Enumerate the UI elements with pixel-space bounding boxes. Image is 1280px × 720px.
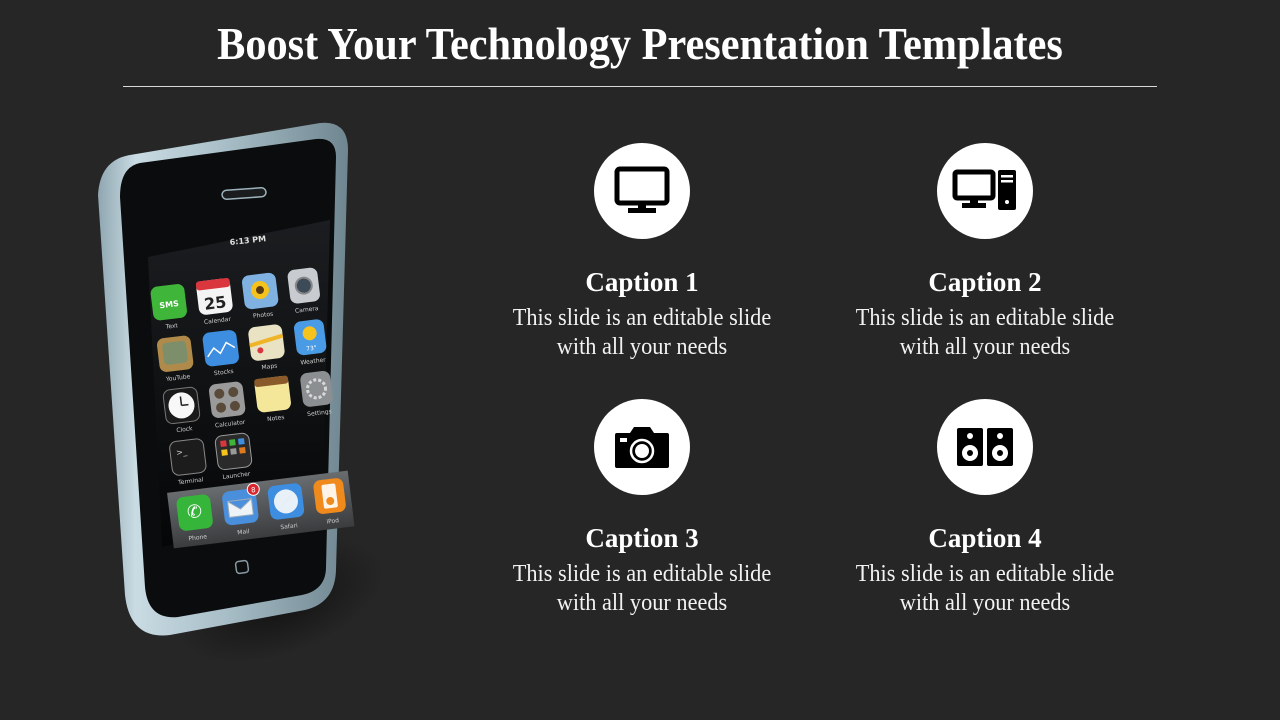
caption-title: Caption 4 (928, 523, 1042, 553)
title-divider (123, 86, 1157, 87)
ipod-body (321, 483, 338, 509)
phone-illustration: 6:13 PM SMS Text 25 Calendar Photos Came… (98, 122, 355, 636)
caption-text: This slide is an editable slide with all… (855, 561, 1115, 616)
feature-item-4: Caption 4 This slide is an editable slid… (835, 399, 1135, 618)
caption-title: Caption 3 (585, 523, 699, 553)
camera-lens (294, 276, 313, 295)
feature-icon-circle (594, 143, 690, 239)
calculator-icon (209, 381, 246, 418)
youtube-tv (162, 340, 188, 365)
caption-text: This slide is an editable slide with all… (512, 561, 772, 616)
speakers-icon (957, 428, 1013, 466)
weather-temp: 73° (306, 345, 317, 353)
feature-item-3: Caption 3 This slide is an editable slid… (492, 399, 792, 618)
calendar-date: 25 (203, 292, 227, 314)
handset-glyph: ✆ (186, 501, 204, 524)
feature-icon-circle (594, 399, 690, 495)
camera-icon (615, 427, 669, 468)
launcher-tile (229, 439, 236, 446)
feature-item-1: Caption 1 This slide is an editable slid… (492, 143, 792, 362)
settings-icon (300, 370, 333, 407)
launcher-tile (220, 440, 227, 447)
caption-title: Caption 2 (928, 267, 1042, 297)
feature-icon-circle (937, 143, 1033, 239)
phone-image: 6:13 PM SMS Text 25 Calendar Photos Came… (90, 115, 403, 690)
feature-item-2: Caption 2 This slide is an editable slid… (835, 143, 1135, 362)
terminal-icon (169, 438, 207, 476)
launcher-tile (239, 446, 246, 454)
caption-text: This slide is an editable slide with all… (512, 305, 772, 360)
feature-icon-circle (937, 399, 1033, 495)
launcher-tile (230, 448, 237, 455)
caption-title: Caption 1 (585, 267, 699, 297)
monitor-icon (614, 166, 670, 213)
slide-title: Boost Your Technology Presentation Templ… (217, 18, 1063, 69)
desktop-computer-icon (952, 169, 1016, 210)
caption-text: This slide is an editable slide with all… (855, 305, 1115, 360)
launcher-tile (221, 449, 228, 456)
stocks-icon (202, 330, 239, 367)
launcher-tile (237, 438, 245, 445)
